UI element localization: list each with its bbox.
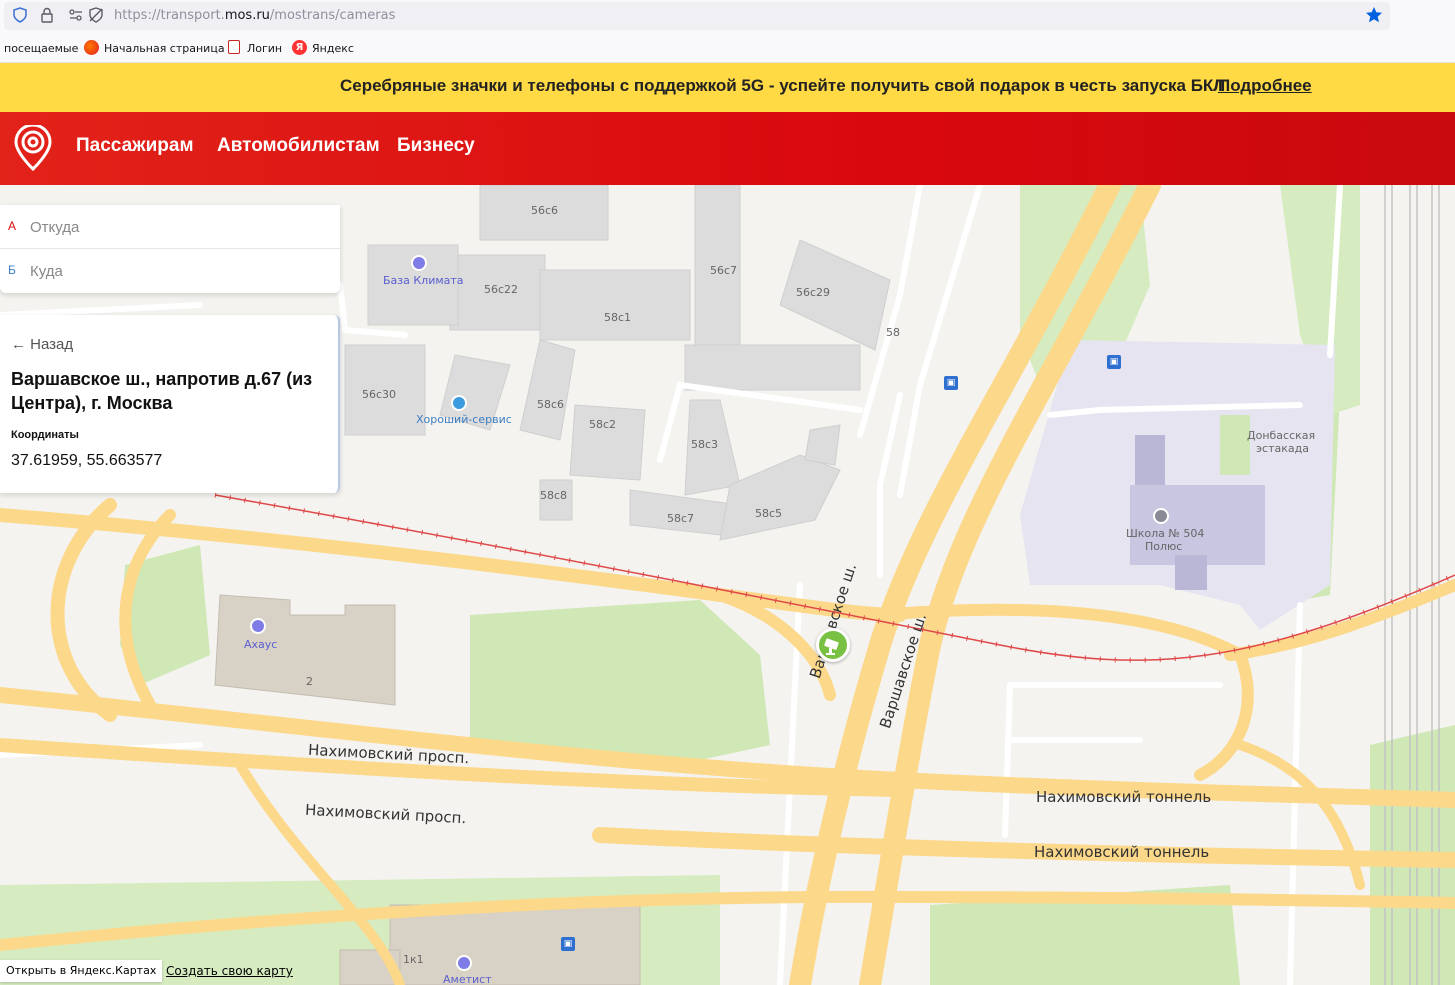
nav-passengers[interactable]: Пассажирам — [76, 135, 194, 157]
route-to-input[interactable] — [30, 257, 320, 285]
route-panel: А Б — [0, 205, 340, 293]
shopping-cart-icon[interactable] — [451, 395, 467, 411]
overpass-label-line1: Донбасская — [1247, 429, 1316, 442]
climate-store-icon[interactable] — [411, 255, 427, 271]
poi-label[interactable]: Хороший-сервис — [416, 413, 512, 426]
point-b-marker: Б — [8, 263, 16, 277]
promo-banner: Серебряные значки и телефоны с поддержко… — [0, 63, 1455, 112]
camera-address: Варшавское ш., напротив д.67 (из Центра)… — [11, 369, 313, 413]
building-label: 58с5 — [755, 507, 783, 520]
bus-stop-icon[interactable]: ▣ — [944, 376, 958, 390]
bus-stop-icon[interactable]: ▣ — [1107, 355, 1121, 369]
building-label: 58с8 — [540, 489, 568, 502]
bus-stop-icon[interactable]: ▣ — [561, 937, 575, 951]
page: https://transport.mos.ru/mostrans/camera… — [0, 0, 1455, 985]
camera-info-card: ← Назад Варшавское ш., напротив д.67 (из… — [0, 315, 340, 493]
open-in-yandex-maps-button[interactable]: Открыть в Яндекс.Картах — [0, 960, 163, 982]
bookmark-start-page[interactable]: Начальная страница — [104, 42, 225, 55]
school-label-line2[interactable]: Полюс — [1145, 540, 1182, 553]
bookmarks-bar: посещаемые Начальная страница Логин Я Ян… — [0, 33, 1455, 63]
bookmark-login[interactable]: Логин — [247, 42, 282, 55]
yandex-icon: Я — [292, 40, 307, 55]
nav-business[interactable]: Бизнесу — [397, 135, 475, 157]
poi-label[interactable]: Аметист — [443, 973, 492, 985]
promo-text: Серебряные значки и телефоны с поддержко… — [340, 76, 1226, 95]
building-label: 56с29 — [796, 286, 831, 299]
park-area — [470, 600, 770, 760]
building-label: 58с7 — [667, 512, 695, 525]
building-label: 56с22 — [484, 283, 519, 296]
coordinates-label: Координаты — [11, 429, 79, 441]
road-label: Нахимовский тоннель — [1034, 843, 1210, 861]
back-link[interactable]: ← Назад — [11, 336, 73, 353]
map[interactable]: 56с6 56с7 56с22 58с1 56с29 58 56с30 58с6… — [0, 185, 1455, 985]
page-icon — [228, 40, 240, 54]
url-prefix: https://transport. — [114, 8, 225, 23]
browser-toolbar: https://transport.mos.ru/mostrans/camera… — [0, 0, 1455, 33]
firefox-icon — [84, 40, 99, 55]
permissions-icon[interactable] — [68, 7, 84, 23]
building-label: 58с1 — [604, 311, 632, 324]
road-label: Нахимовский тоннель — [1036, 788, 1212, 806]
point-a-marker: А — [8, 219, 17, 233]
school-icon[interactable] — [1153, 508, 1169, 524]
building-label: 58с3 — [691, 438, 719, 451]
poi-label[interactable]: База Климата — [383, 274, 464, 287]
bookmark-star-icon[interactable] — [1365, 6, 1383, 23]
camera-marker-icon[interactable] — [816, 628, 850, 662]
map-canvas — [0, 185, 1455, 985]
url-text[interactable]: https://transport.mos.ru/mostrans/camera… — [114, 8, 395, 23]
url-path: /mostrans/cameras — [269, 8, 396, 23]
coordinates-value: 37.61959, 55.663577 — [11, 452, 163, 469]
building-label: 58с6 — [537, 398, 565, 411]
bookmark-yandex[interactable]: Яндекс — [312, 42, 354, 55]
route-from-input[interactable] — [30, 213, 320, 241]
overpass-label-line2: эстакада — [1256, 442, 1309, 455]
hotel-icon[interactable] — [250, 618, 266, 634]
building-label: 2 — [306, 675, 313, 688]
create-map-link[interactable]: Создать свою карту — [166, 964, 293, 978]
promo-more-link[interactable]: Подробнее — [1218, 76, 1312, 96]
url-domain: mos.ru — [224, 8, 270, 23]
poi-label[interactable]: Ахаус — [244, 638, 277, 651]
lock-icon[interactable] — [40, 7, 54, 23]
building-label: 58с2 — [589, 418, 617, 431]
bookmark-most-visited[interactable]: посещаемые — [4, 42, 78, 55]
route-from-row: А — [0, 205, 340, 249]
shield-icon[interactable] — [12, 7, 28, 23]
nav-motorists[interactable]: Автомобилистам — [217, 135, 380, 157]
school-label-line1[interactable]: Школа № 504 — [1126, 527, 1204, 540]
route-to-row: Б — [0, 249, 340, 293]
building-label: 56с7 — [710, 264, 738, 277]
building-label: 58 — [886, 326, 900, 339]
mos-transport-logo-icon[interactable] — [13, 123, 53, 172]
tracking-protection-icon[interactable] — [88, 7, 104, 23]
building-label: 56с30 — [362, 388, 397, 401]
site-header: Пассажирам Автомобилистам Бизнесу — [0, 112, 1455, 185]
shop-icon[interactable] — [456, 955, 472, 971]
building-label: 1к1 — [403, 953, 424, 966]
building-label: 56с6 — [531, 204, 559, 217]
